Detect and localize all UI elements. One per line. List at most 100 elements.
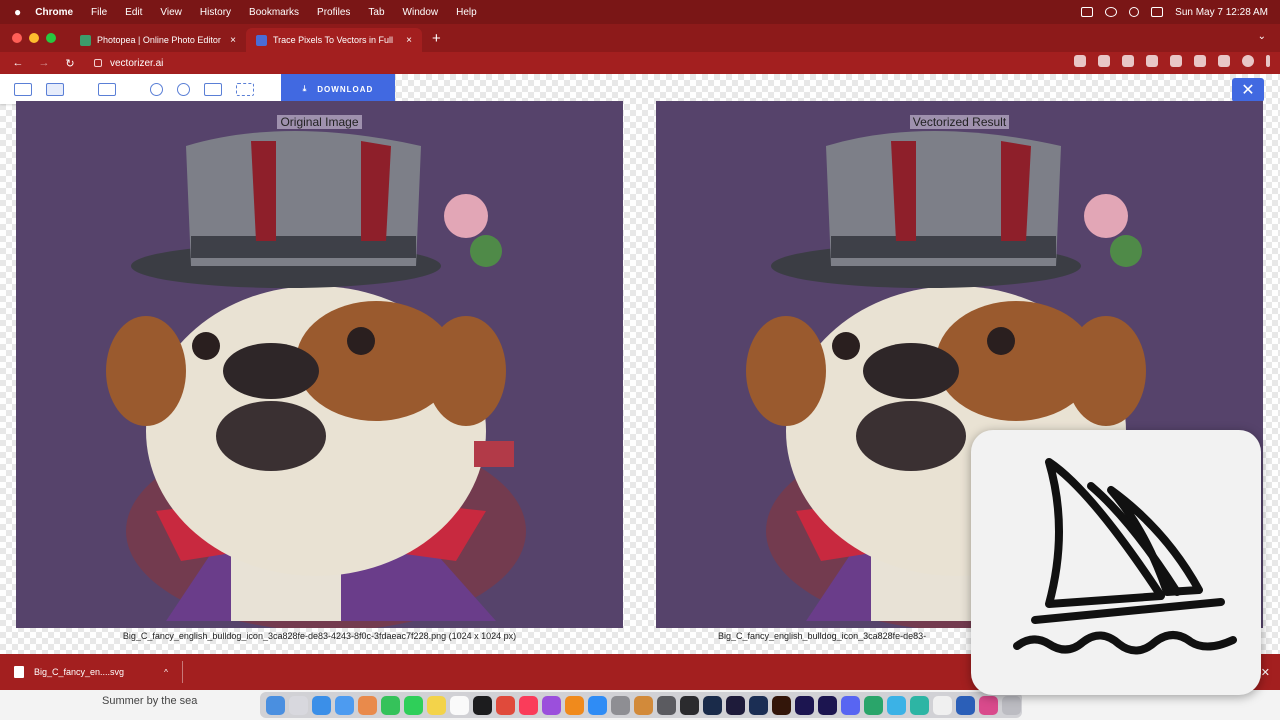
extension-icon[interactable] [1122,55,1134,67]
forward-button[interactable]: → [36,57,52,69]
side-by-side-view-icon[interactable] [46,82,64,96]
messages-icon[interactable] [404,695,423,715]
close-editor-button[interactable]: ✕ [1232,78,1264,102]
status-area: Sun May 7 12:28 AM [1081,0,1268,24]
tab-search-chevron-icon[interactable]: ⌄ [1258,31,1266,42]
vectorized-result-caption: Big_C_fancy_english_bulldog_icon_3ca828f… [718,631,927,641]
calendar-icon[interactable] [450,695,469,715]
menu-window[interactable]: Window [403,7,439,18]
search-icon[interactable] [1129,7,1140,17]
photoshop-icon[interactable] [749,695,768,715]
extension-icon[interactable] [1170,55,1182,67]
menu-file[interactable]: File [91,7,107,18]
download-icon: ⤓ [302,84,308,93]
menu-profiles[interactable]: Profiles [317,7,350,18]
download-options-chevron-icon[interactable]: ^ [164,668,168,677]
back-button[interactable]: ← [10,57,26,69]
menu-tab[interactable]: Tab [368,7,384,18]
app-icon[interactable] [657,695,676,715]
fit-to-screen-icon[interactable] [204,82,222,96]
app-icon[interactable] [979,695,998,715]
launchpad-icon[interactable] [289,695,308,715]
view-toolbar: ⤓ DOWNLOAD [0,74,395,104]
more-menu-icon[interactable] [1266,55,1270,67]
bookmark-star-icon[interactable] [1098,55,1110,67]
original-image-caption: Big_C_fancy_english_bulldog_icon_3ca828f… [122,631,517,641]
share-icon[interactable] [1074,55,1086,67]
discord-icon[interactable] [841,695,860,715]
menu-history[interactable]: History [200,7,231,18]
music-icon[interactable] [519,695,538,715]
zoom-out-icon[interactable] [177,82,190,96]
app-icon[interactable] [703,695,722,715]
word-icon[interactable] [956,695,975,715]
profile-avatar[interactable] [1242,55,1254,67]
extensions-area [1074,55,1270,67]
tab-label: Photopea | Online Photo Editor [97,35,221,45]
photopea-favicon-icon [80,34,91,46]
close-tab-icon[interactable]: × [230,35,236,46]
puzzle-icon[interactable] [1194,55,1206,67]
shape-view-icon[interactable] [98,82,116,96]
close-shelf-icon[interactable]: ✕ [1261,666,1270,679]
app-icon[interactable] [680,695,699,715]
premiere-icon[interactable] [818,695,837,715]
close-window-button[interactable] [12,33,22,43]
vlc-icon[interactable] [565,695,584,715]
lock-icon[interactable] [94,59,102,67]
download-item-filename[interactable]: Big_C_fancy_en....svg [34,667,124,677]
sailboat-logo-icon [1013,458,1237,655]
minimize-window-button[interactable] [29,33,39,43]
single-view-icon[interactable] [14,82,32,96]
zoom-window-button[interactable] [46,33,56,43]
zoom-in-icon[interactable] [150,82,163,96]
notes-icon[interactable] [427,695,446,715]
wifi-icon[interactable] [1105,7,1118,17]
reload-button[interactable]: ↻ [62,57,78,70]
menu-edit[interactable]: Edit [125,7,142,18]
podcasts-icon[interactable] [542,695,561,715]
tab-strip: Photopea | Online Photo Editor × Trace P… [0,24,1280,52]
menu-bookmarks[interactable]: Bookmarks [249,7,299,18]
tab-photopea[interactable]: Photopea | Online Photo Editor × [70,28,246,52]
new-tab-button[interactable]: + [432,30,441,47]
clock[interactable]: Sun May 7 12:28 AM [1175,7,1268,18]
window-controls [12,33,56,43]
download-button[interactable]: ⤓ DOWNLOAD [281,74,395,104]
url-field[interactable]: vectorizer.ai [110,58,163,69]
menu-view[interactable]: View [160,7,182,18]
app-icon[interactable] [634,695,653,715]
app-icon[interactable] [933,695,952,715]
appletv-icon[interactable] [473,695,492,715]
vectorized-result-title: Vectorized Result [656,115,1263,129]
chrome-icon[interactable] [496,695,515,715]
tab-label: Trace Pixels To Vectors in Full [273,35,394,45]
safari-icon[interactable] [312,695,331,715]
trash-icon[interactable] [1002,695,1021,715]
app-icon[interactable] [887,695,906,715]
settings-icon[interactable] [611,695,630,715]
menu-help[interactable]: Help [456,7,477,18]
app-icon[interactable] [864,695,883,715]
apple-icon[interactable]: ● [14,5,21,19]
illustrator-icon[interactable] [772,695,791,715]
app-icon[interactable] [910,695,929,715]
bulldog-original-image [106,131,526,628]
photos-icon[interactable] [358,695,377,715]
app-store-icon[interactable] [588,695,607,715]
original-image-panel[interactable]: Original Image [16,101,623,628]
sidebar-icon[interactable] [1218,55,1230,67]
close-tab-icon[interactable]: × [406,35,412,46]
divider [181,661,183,683]
mail-icon[interactable] [335,695,354,715]
facetime-icon[interactable] [381,695,400,715]
extension-icon[interactable] [1146,55,1158,67]
finder-icon[interactable] [266,695,285,715]
tab-vectorizer[interactable]: Trace Pixels To Vectors in Full × [246,28,422,52]
battery-icon[interactable] [1081,7,1094,17]
after-effects-icon[interactable] [795,695,814,715]
menu-app-name[interactable]: Chrome [35,7,73,18]
control-center-icon[interactable] [1151,7,1164,17]
actual-size-icon[interactable] [236,82,254,96]
character-animator-icon[interactable] [726,695,745,715]
